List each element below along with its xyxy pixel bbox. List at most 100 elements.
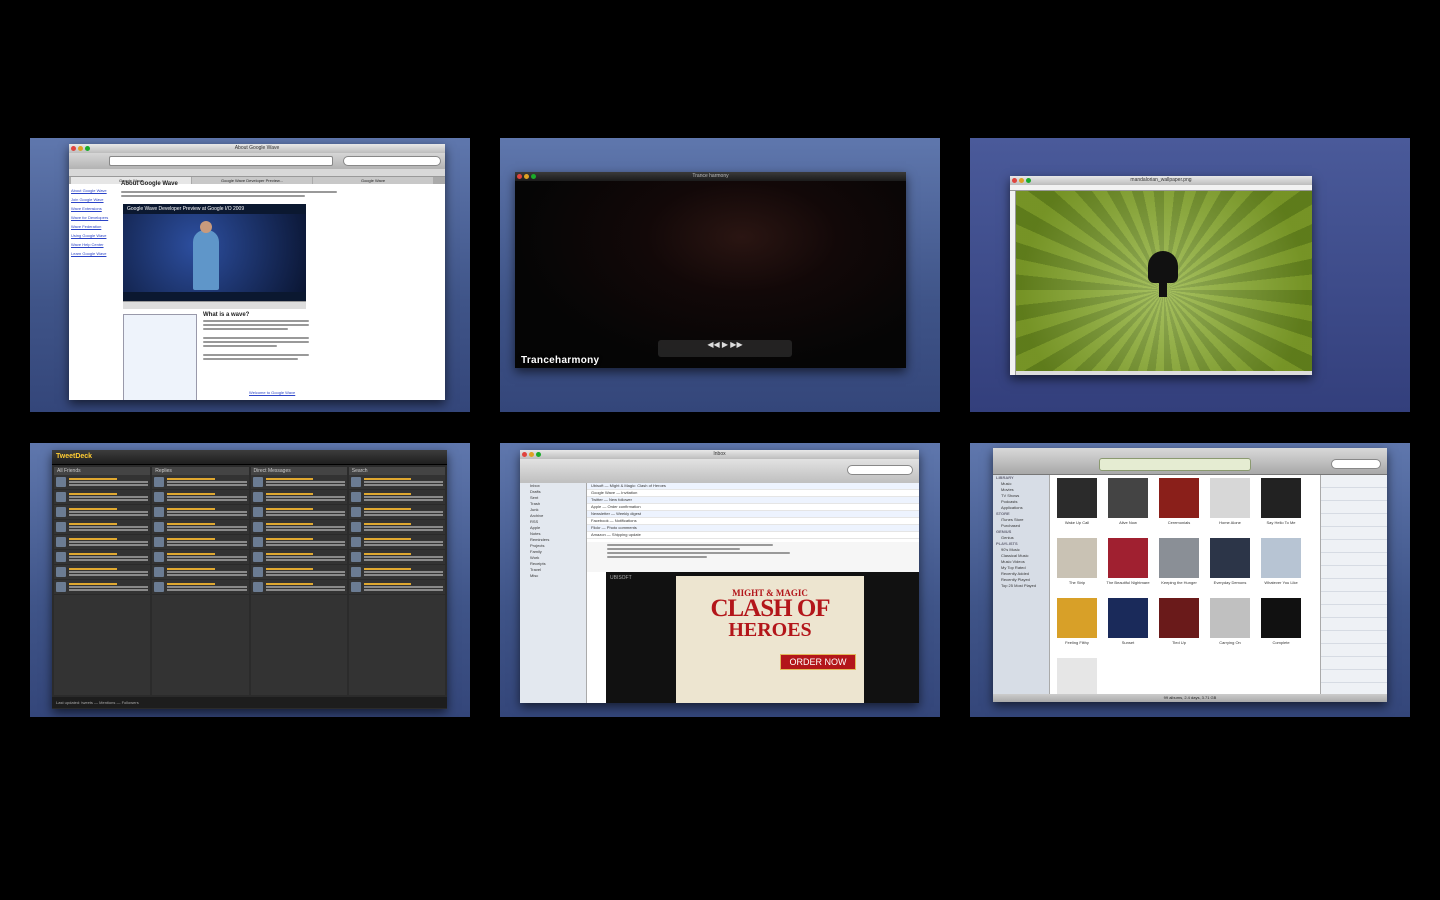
tweet[interactable] xyxy=(54,505,151,520)
google-search-field[interactable] xyxy=(343,156,441,166)
album-cover[interactable] xyxy=(1159,538,1199,578)
game-ad[interactable]: MIGHT & MAGIC CLASH OF HEROES ORDER NOW xyxy=(676,576,864,703)
tab-2[interactable]: Google Wave Developer Preview... xyxy=(192,177,312,184)
image-editor-window[interactable]: mandalorian_wallpaper.png xyxy=(1010,176,1312,375)
tweet[interactable] xyxy=(250,535,347,550)
space-browser[interactable]: About Google Wave Google Wave Google Wav… xyxy=(30,138,470,412)
safari-window[interactable]: About Google Wave Google Wave Google Wav… xyxy=(69,144,445,400)
album-cover[interactable] xyxy=(1057,598,1097,638)
space-image[interactable]: mandalorian_wallpaper.png xyxy=(970,138,1410,412)
tweet[interactable] xyxy=(250,475,347,490)
window-controls[interactable] xyxy=(517,174,536,179)
album-cover[interactable] xyxy=(1108,538,1148,578)
tab-3[interactable]: Google Wave xyxy=(313,177,433,184)
tweet[interactable] xyxy=(54,520,151,535)
tweet[interactable] xyxy=(348,490,445,505)
nav-link[interactable]: Wave for Developers xyxy=(71,213,119,222)
column-direct-messages[interactable]: Direct Messages xyxy=(250,467,347,695)
tweet[interactable] xyxy=(54,565,151,580)
nav-link[interactable]: About Google Wave xyxy=(71,186,119,195)
tweet[interactable] xyxy=(152,580,249,595)
video-controls[interactable] xyxy=(123,301,306,309)
space-mail[interactable]: Inbox Inbox Drafts Sent Trash Junk Archi… xyxy=(500,443,940,717)
space-tweetdeck[interactable]: TweetDeck All Friends Replies Direct Mes… xyxy=(30,443,470,717)
window-controls[interactable] xyxy=(71,146,90,151)
album-cover[interactable] xyxy=(1210,538,1250,578)
tweet[interactable] xyxy=(152,535,249,550)
order-now-button[interactable]: ORDER NOW xyxy=(780,654,856,670)
mail-toolbar[interactable] xyxy=(520,459,919,484)
nav-link[interactable]: Join Google Wave xyxy=(71,195,119,204)
space-itunes[interactable]: iTunes LIBRARYMusicMoviesTV ShowsPodcast… xyxy=(970,443,1410,717)
album-cover[interactable] xyxy=(1159,478,1199,518)
tweet[interactable] xyxy=(152,505,249,520)
tweet[interactable] xyxy=(152,520,249,535)
album-cover[interactable] xyxy=(1261,478,1301,518)
message-row[interactable]: Apple — Order confirmation xyxy=(587,504,919,511)
message-row[interactable]: Flickr — Photo comments xyxy=(587,525,919,532)
tweet[interactable] xyxy=(250,580,347,595)
album-cover[interactable] xyxy=(1108,598,1148,638)
tweet[interactable] xyxy=(152,490,249,505)
tweet[interactable] xyxy=(54,550,151,565)
video-player-window[interactable]: Trance harmony ◀◀ ▶ ▶▶ Tranceharmony xyxy=(515,172,906,368)
tweetdeck-window[interactable]: TweetDeck All Friends Replies Direct Mes… xyxy=(52,450,447,709)
message-row[interactable]: Ubisoft — Might & Magic: Clash of Heroes xyxy=(587,483,919,490)
tweet[interactable] xyxy=(54,580,151,595)
album-cover[interactable] xyxy=(1057,478,1097,518)
album-cover[interactable] xyxy=(1057,658,1097,698)
nav-link[interactable]: Wave Federation xyxy=(71,222,119,231)
footer-link[interactable]: Welcome to Google Wave xyxy=(249,390,295,395)
column-all-friends[interactable]: All Friends xyxy=(54,467,151,695)
mail-window[interactable]: Inbox Inbox Drafts Sent Trash Junk Archi… xyxy=(520,450,919,703)
bookmarks-bar[interactable] xyxy=(69,169,445,177)
sidebar-item[interactable]: Top 25 Most Played xyxy=(993,583,1049,589)
playback-hud[interactable]: ◀◀ ▶ ▶▶ xyxy=(658,340,792,357)
address-bar[interactable] xyxy=(109,156,333,166)
nav-link[interactable]: Wave Help Center xyxy=(71,240,119,249)
tweet[interactable] xyxy=(348,580,445,595)
tweet[interactable] xyxy=(348,565,445,580)
message-row[interactable]: Newsletter — Weekly digest xyxy=(587,511,919,518)
tweet[interactable] xyxy=(54,535,151,550)
mailbox[interactable]: Misc xyxy=(520,573,586,579)
itunes-search-field[interactable] xyxy=(1331,459,1381,469)
space-video[interactable]: Trance harmony ◀◀ ▶ ▶▶ Tranceharmony xyxy=(500,138,940,412)
message-row[interactable]: Google Wave — Invitation xyxy=(587,490,919,497)
tweet[interactable] xyxy=(250,550,347,565)
itunes-window[interactable]: iTunes LIBRARYMusicMoviesTV ShowsPodcast… xyxy=(993,448,1387,702)
album-cover[interactable] xyxy=(1159,598,1199,638)
tweet[interactable] xyxy=(152,475,249,490)
embedded-video[interactable]: Google Wave Developer Preview at Google … xyxy=(123,204,306,301)
nav-link[interactable]: Using Google Wave xyxy=(71,231,119,240)
album-cover[interactable] xyxy=(1108,478,1148,518)
tweet[interactable] xyxy=(348,550,445,565)
tweet[interactable] xyxy=(250,520,347,535)
tweet[interactable] xyxy=(250,505,347,520)
tweet[interactable] xyxy=(348,475,445,490)
tweet[interactable] xyxy=(250,490,347,505)
album-cover[interactable] xyxy=(1210,478,1250,518)
message-row[interactable]: Amazon — Shipping update xyxy=(587,532,919,539)
mail-search-field[interactable] xyxy=(847,465,913,475)
nav-link[interactable]: Wave Extensions xyxy=(71,204,119,213)
tweet[interactable] xyxy=(250,565,347,580)
message-row[interactable]: Facebook — Notifications xyxy=(587,518,919,525)
tweet[interactable] xyxy=(348,520,445,535)
column-search[interactable]: Search xyxy=(348,467,445,695)
column-replies[interactable]: Replies xyxy=(152,467,249,695)
tweet[interactable] xyxy=(54,490,151,505)
playback-controls[interactable]: ◀◀ ▶ ▶▶ xyxy=(707,340,742,349)
album-cover[interactable] xyxy=(1057,538,1097,578)
album-cover[interactable] xyxy=(1261,598,1301,638)
image-canvas[interactable] xyxy=(1016,191,1312,371)
tweet[interactable] xyxy=(152,565,249,580)
nav-link[interactable]: Learn Google Wave xyxy=(71,249,119,258)
tweet[interactable] xyxy=(152,550,249,565)
itunes-toolbar[interactable] xyxy=(993,448,1387,475)
album-cover[interactable] xyxy=(1261,538,1301,578)
tweet[interactable] xyxy=(348,535,445,550)
window-controls[interactable] xyxy=(1012,178,1031,183)
tweet[interactable] xyxy=(348,505,445,520)
album-cover[interactable] xyxy=(1210,598,1250,638)
